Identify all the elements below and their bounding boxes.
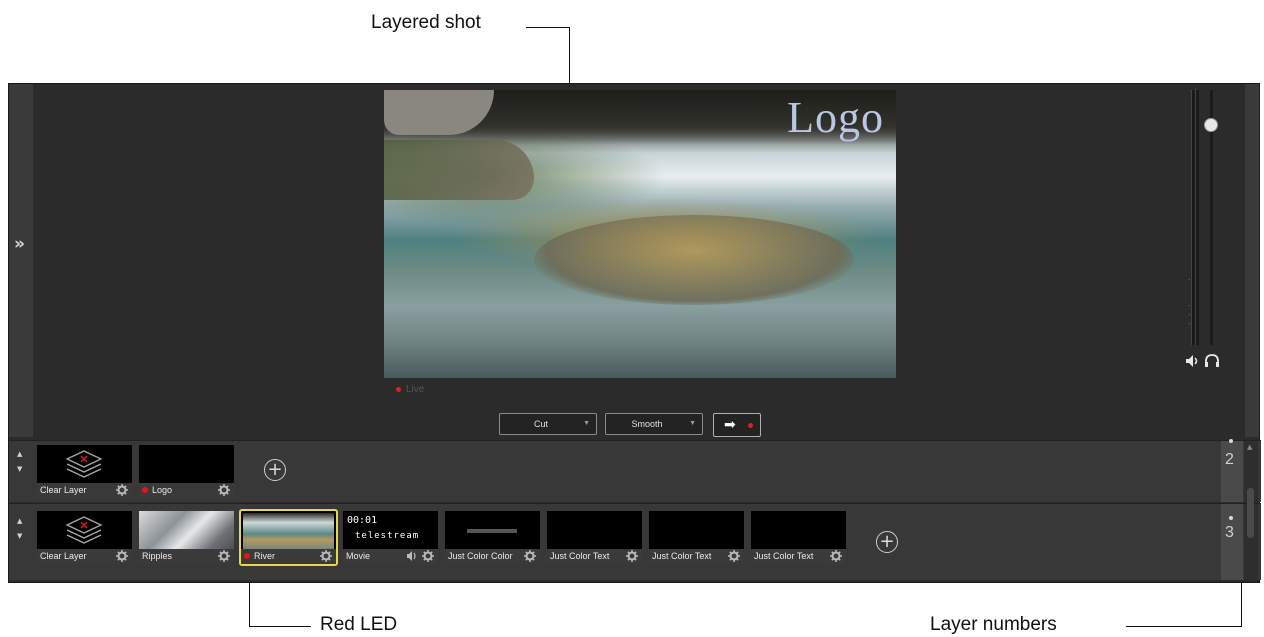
take-button[interactable]: ➡ (713, 413, 761, 437)
tile-label: Logo (152, 485, 173, 495)
tile-label: Clear Layer (40, 485, 87, 495)
layer-number-column: 3 (1221, 504, 1243, 580)
cut-select[interactable]: Cut ▼ (499, 413, 597, 435)
gear-icon[interactable] (218, 550, 230, 562)
chevron-down-icon: ▼ (689, 420, 696, 427)
layer-number-column: 2 (1221, 439, 1243, 502)
layer-reorder: ▲ ▼ (17, 447, 22, 477)
shot-tile-river[interactable]: River (239, 509, 338, 566)
cut-label: Cut (533, 419, 548, 429)
smooth-select[interactable]: Smooth ▼ (605, 413, 703, 435)
move-down-icon[interactable]: ▼ (17, 462, 22, 477)
red-led-icon (244, 553, 250, 559)
callout-layer-numbers: Layer numbers (930, 614, 1057, 635)
shot-tile-logo[interactable]: Logo (139, 445, 234, 498)
scrollbar-thumb[interactable] (1247, 488, 1254, 538)
expand-panel-icon[interactable]: » (14, 234, 25, 254)
tile-label: Clear Layer (40, 551, 87, 561)
move-down-icon[interactable]: ▼ (17, 529, 22, 544)
gear-icon[interactable] (218, 484, 230, 496)
shot-tile-movie[interactable]: 00:01 telestream Movie (343, 511, 438, 564)
live-led-icon (396, 386, 401, 392)
gear-icon[interactable] (626, 550, 638, 562)
shot-tile-just-color-text[interactable]: Just Color Text (751, 511, 846, 564)
tile-label: Just Color Text (550, 551, 610, 561)
meter-bar-right (1195, 90, 1199, 345)
layer-row-3: ▲ ▼ Clear Layer Ripples River 00:01 tele… (9, 488, 1261, 580)
headphones-icon[interactable] (1204, 354, 1220, 368)
clear-layer-icon (65, 516, 103, 544)
layer-row-2: ▲ ▼ Clear Layer Logo + 2 ▲ (9, 439, 1261, 502)
shot-tile-clear-layer[interactable]: Clear Layer (37, 445, 132, 498)
callout-line-red-led-h (249, 626, 311, 627)
chevron-down-icon: ▼ (583, 420, 590, 427)
add-shot-button[interactable]: + (264, 459, 286, 481)
shot-tile-clear-layer[interactable]: Clear Layer (37, 511, 132, 564)
smooth-label: Smooth (631, 419, 663, 429)
telestream-logo: telestream (355, 531, 420, 541)
move-up-icon[interactable]: ▲ (17, 447, 22, 462)
callout-red-led: Red LED (320, 614, 398, 635)
gear-icon[interactable] (728, 550, 740, 562)
layer-number: 2 (1225, 451, 1234, 468)
layer-number: 3 (1225, 524, 1234, 541)
tile-label: River (254, 551, 276, 561)
callout-layered-shot: Layered shot (371, 12, 481, 33)
transition-controls: Cut ▼ Smooth ▼ ➡ (9, 413, 1259, 437)
tile-label: Ripples (142, 551, 173, 561)
record-dot-icon (748, 423, 753, 428)
move-up-icon[interactable]: ▲ (17, 514, 22, 529)
layer-dot-icon (1229, 516, 1233, 520)
gear-icon[interactable] (524, 550, 536, 562)
left-panel-strip: » (9, 84, 33, 437)
color-bar-preview (467, 529, 517, 533)
tile-label: Just Color Text (754, 551, 814, 561)
volume-fader-knob[interactable] (1204, 118, 1218, 132)
gear-icon[interactable] (422, 550, 434, 562)
tile-label: Just Color Text (652, 551, 712, 561)
gear-icon[interactable] (116, 550, 128, 562)
layer-dot-icon (1229, 439, 1233, 443)
audio-meter: +6 0 - - - - - - -6 - - -12 -18 -24 -36 (1159, 90, 1239, 375)
river-thumbnail (243, 513, 334, 551)
red-led-icon (142, 487, 148, 493)
callout-line-layer-numbers-h (1126, 626, 1242, 627)
shot-tile-just-color-text[interactable]: Just Color Text (547, 511, 642, 564)
live-indicator: Live (396, 384, 424, 395)
callout-line-red-led-v (249, 578, 250, 626)
layers-scrollbar[interactable] (1244, 488, 1258, 580)
movie-timecode: 00:01 (347, 515, 378, 526)
live-label: Live (406, 384, 425, 395)
tile-label: Movie (346, 551, 371, 561)
right-panel-strip (1245, 84, 1259, 437)
logo-overlay: Logo (787, 93, 884, 142)
scroll-up-icon[interactable]: ▲ (1247, 443, 1252, 451)
app-window: » Logo Live Cut ▼ Smooth ▼ ➡ +6 0 - - - (8, 83, 1261, 583)
gear-icon[interactable] (830, 550, 842, 562)
add-shot-button[interactable]: + (876, 531, 898, 553)
arrow-right-icon: ➡ (724, 417, 736, 433)
layer-reorder: ▲ ▼ (17, 514, 22, 544)
tile-label: Just Color Color (448, 551, 513, 561)
shot-tile-just-color-color[interactable]: Just Color Color (445, 511, 540, 564)
speaker-icon[interactable] (406, 550, 418, 562)
callout-line-layered-shot (526, 27, 570, 28)
speaker-icon[interactable] (1185, 354, 1201, 368)
gear-icon[interactable] (116, 484, 128, 496)
live-preview: Logo (384, 90, 896, 378)
shot-tile-just-color-text[interactable]: Just Color Text (649, 511, 744, 564)
ripples-thumbnail (139, 511, 234, 551)
shot-tile-ripples[interactable]: Ripples (139, 511, 234, 564)
gear-icon[interactable] (320, 550, 332, 562)
clear-layer-icon (65, 450, 103, 478)
